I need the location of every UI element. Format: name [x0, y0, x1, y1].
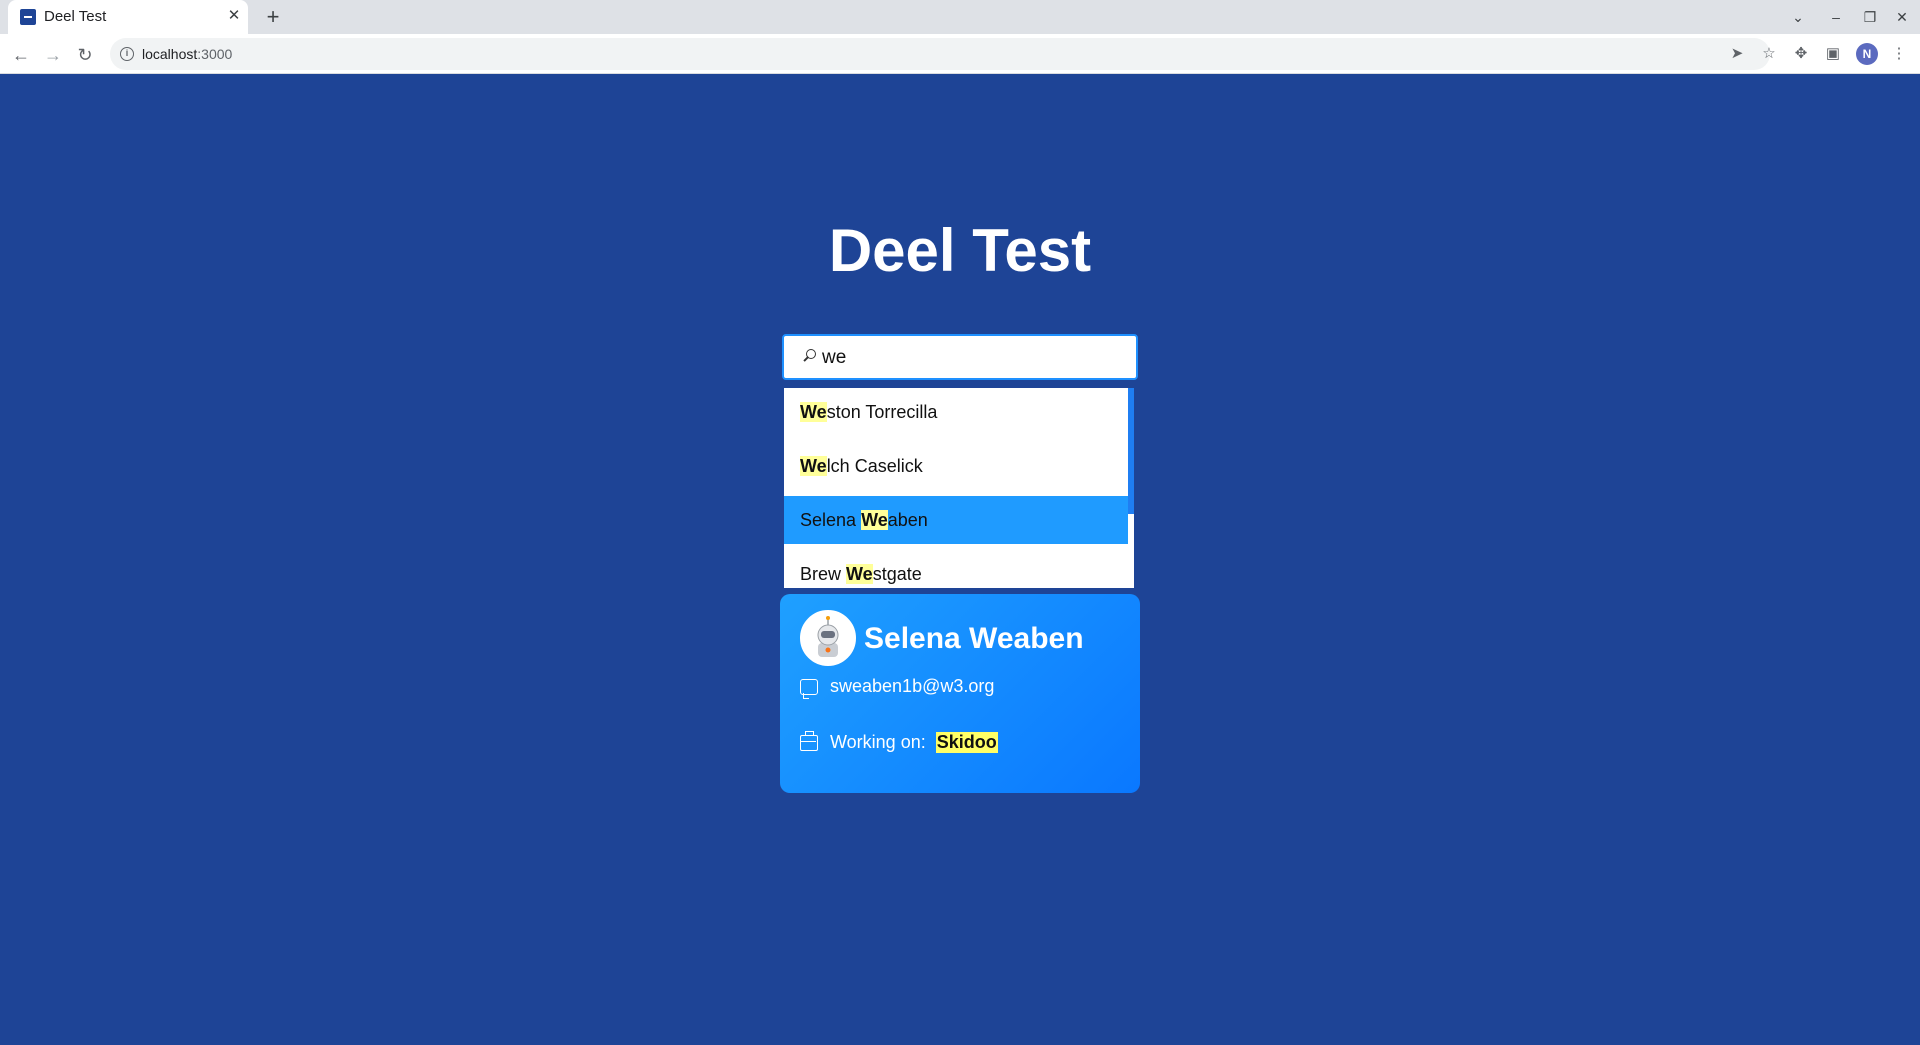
minimize-icon[interactable]: –: [1824, 5, 1848, 29]
tab-title: Deel Test: [44, 8, 107, 25]
search-box[interactable]: [782, 334, 1138, 380]
project-row: Working on: Skidoo: [800, 730, 998, 753]
browser-toolbar: ← → ↻ i localhost:3000 ➤ ☆ ✥ ▣ N ⋮: [0, 34, 1920, 74]
new-tab-button[interactable]: +: [260, 4, 286, 30]
profile-avatar[interactable]: N: [1856, 43, 1878, 65]
scrollbar-thumb[interactable]: [1128, 388, 1134, 514]
autocomplete-dropdown[interactable]: Weston Torrecilla Welch Caselick Selena …: [784, 388, 1134, 588]
side-panel-icon[interactable]: ▣: [1822, 43, 1844, 65]
avatar: [800, 610, 856, 666]
user-card: Selena Weaben sweaben1b@w3.org Working o…: [780, 594, 1140, 793]
extensions-icon[interactable]: ✥: [1790, 43, 1812, 65]
user-email: sweaben1b@w3.org: [830, 676, 995, 696]
back-icon[interactable]: ←: [8, 42, 34, 68]
chat-icon: [800, 678, 818, 699]
project-name: Skidoo: [935, 732, 998, 753]
favicon-icon: [20, 9, 36, 25]
list-item[interactable]: Welch Caselick: [784, 442, 1128, 496]
browser-tab-bar: Deel Test ✕ + ⌄ – ❐ ✕: [0, 0, 1920, 34]
list-item-selected[interactable]: Selena Weaben: [784, 496, 1128, 544]
menu-kebab-icon[interactable]: ⋮: [1888, 43, 1910, 65]
dropdown-scrollbar[interactable]: [1128, 388, 1134, 588]
site-info-icon[interactable]: i: [120, 47, 134, 61]
bookmark-star-icon[interactable]: ☆: [1758, 43, 1780, 65]
browser-tab[interactable]: Deel Test ✕: [8, 0, 248, 34]
restore-icon[interactable]: ❐: [1858, 5, 1882, 29]
user-name: Selena Weaben: [864, 622, 1084, 655]
list-item[interactable]: Brew Westgate: [784, 550, 1128, 588]
working-label: Working on:: [830, 732, 926, 752]
tab-search-icon[interactable]: ⌄: [1786, 5, 1810, 29]
reload-icon[interactable]: ↻: [72, 42, 98, 68]
search-input[interactable]: [822, 345, 1122, 371]
address-bar[interactable]: i localhost:3000 ➤ ☆: [110, 38, 1776, 70]
window-close-icon[interactable]: ✕: [1890, 5, 1914, 29]
send-icon[interactable]: ➤: [1726, 43, 1748, 65]
tab-close-icon[interactable]: ✕: [224, 6, 244, 26]
page-title: Deel Test: [828, 217, 1092, 284]
list-item[interactable]: Weston Torrecilla: [784, 388, 1128, 442]
search-icon: [800, 347, 820, 367]
forward-icon[interactable]: →: [40, 42, 66, 68]
email-row: sweaben1b@w3.org: [800, 676, 995, 699]
briefcase-icon: [800, 730, 818, 751]
url-text: localhost:3000: [142, 46, 233, 62]
